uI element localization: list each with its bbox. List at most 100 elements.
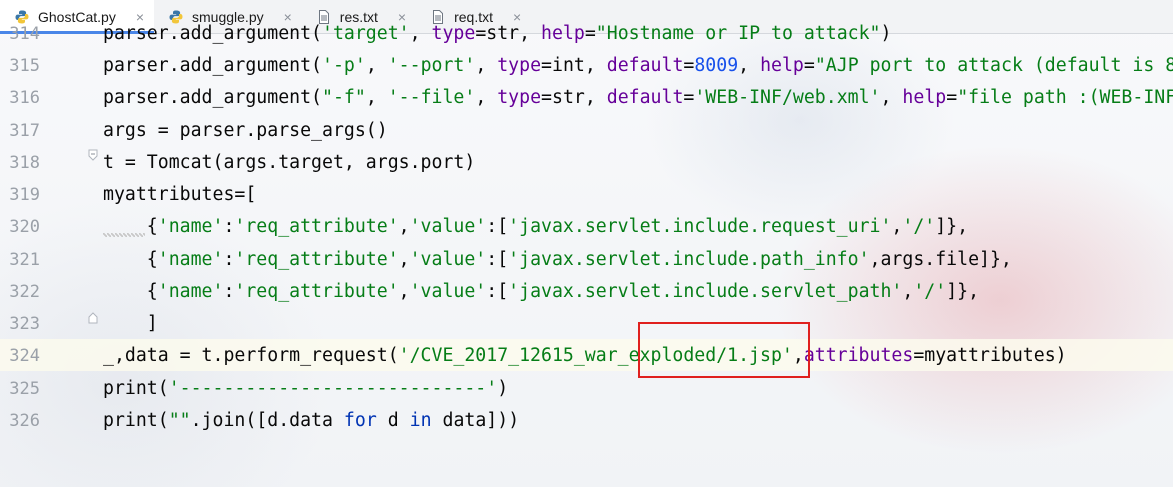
code-token: , bbox=[738, 55, 761, 76]
code-token: parser.add_argument( bbox=[103, 55, 322, 76]
code-token: type bbox=[497, 87, 542, 108]
fold-close-icon[interactable] bbox=[88, 312, 98, 324]
code-token: for bbox=[343, 410, 377, 431]
code-token: , bbox=[891, 216, 903, 237]
code-token: in bbox=[409, 410, 432, 431]
line-number: 314 bbox=[9, 24, 40, 44]
code-token: { bbox=[103, 281, 158, 302]
line-number: 315 bbox=[9, 56, 40, 76]
code-token: _,data = t.perform_request( bbox=[103, 345, 399, 366]
code-token: '-p' bbox=[322, 55, 366, 76]
line-number: 321 bbox=[9, 250, 40, 270]
code-token: data])) bbox=[431, 410, 520, 431]
code-token: = bbox=[683, 87, 695, 108]
code-token: , bbox=[880, 87, 903, 108]
code-line[interactable]: print("".join([d.data for d in data])) bbox=[103, 405, 519, 437]
code-token: .join([d.data bbox=[190, 410, 344, 431]
code-token: : bbox=[223, 281, 235, 302]
code-line[interactable]: {'name':'req_attribute','value':['javax.… bbox=[103, 276, 979, 308]
code-line[interactable]: {'name':'req_attribute','value':['javax.… bbox=[103, 211, 968, 243]
code-token: =str, bbox=[541, 87, 607, 108]
code-token: args = parser.parse_args() bbox=[103, 120, 388, 141]
line-number: 320 bbox=[9, 217, 40, 237]
line-number: 319 bbox=[9, 185, 40, 205]
code-token: ]}, bbox=[946, 281, 980, 302]
line-number-gutter: 314 315 316 317 318 319 320 321 322 323 … bbox=[0, 24, 88, 487]
code-token: =int, bbox=[541, 55, 607, 76]
code-token: help bbox=[760, 55, 804, 76]
line-number: 316 bbox=[9, 88, 40, 108]
code-token: 'WEB-INF/web.xml' bbox=[694, 87, 881, 108]
code-token: = bbox=[946, 87, 958, 108]
code-token: help bbox=[541, 23, 585, 44]
code-token: =myattributes) bbox=[913, 345, 1067, 366]
code-token: type bbox=[431, 23, 476, 44]
line-number: 325 bbox=[9, 379, 40, 399]
code-token: , bbox=[902, 281, 914, 302]
code-token: , bbox=[365, 87, 388, 108]
code-token: 8009 bbox=[694, 55, 739, 76]
code-line[interactable]: {'name':'req_attribute','value':['javax.… bbox=[103, 244, 1012, 276]
code-token: help bbox=[902, 87, 947, 108]
code-token: '--port' bbox=[387, 55, 476, 76]
code-token: , bbox=[398, 216, 410, 237]
line-number: 324 bbox=[9, 346, 40, 366]
code-token: 'javax.servlet.include.servlet_path' bbox=[508, 281, 903, 302]
code-line[interactable]: _,data = t.perform_request('/CVE_2017_12… bbox=[103, 340, 1067, 372]
code-token: 'req_attribute' bbox=[234, 281, 399, 302]
code-line[interactable]: parser.add_argument('-p', '--port', type… bbox=[103, 50, 1173, 82]
code-token: ) bbox=[497, 378, 509, 399]
weak-warning-underline bbox=[103, 233, 145, 237]
code-token: ,args.file]}, bbox=[869, 249, 1012, 270]
code-token: :[ bbox=[486, 216, 509, 237]
code-token: "-f" bbox=[322, 87, 366, 108]
code-token: : bbox=[223, 249, 235, 270]
code-token: ) bbox=[880, 23, 892, 44]
code-token: , bbox=[475, 87, 498, 108]
code-token: parser.add_argument( bbox=[103, 87, 322, 108]
code-token: attributes bbox=[803, 345, 914, 366]
code-token: , bbox=[409, 23, 432, 44]
code-token: parser.add_argument( bbox=[103, 23, 322, 44]
code-token: "AJP port to attack (default is 8 bbox=[814, 55, 1173, 76]
code-token: , bbox=[398, 249, 410, 270]
code-token: :[ bbox=[486, 249, 509, 270]
code-token: 'req_attribute' bbox=[234, 249, 399, 270]
code-token: type bbox=[497, 55, 542, 76]
code-token: "Hostname or IP to attack" bbox=[595, 23, 881, 44]
code-token: default bbox=[606, 55, 684, 76]
code-token: '--file' bbox=[387, 87, 476, 108]
code-token: t = Tomcat(args.target, args.port) bbox=[103, 152, 476, 173]
code-token: "file path :(WEB-INF bbox=[957, 87, 1173, 108]
annotation-highlight-box bbox=[638, 322, 810, 378]
code-token: { bbox=[103, 249, 158, 270]
code-token: 'target' bbox=[322, 23, 410, 44]
code-line[interactable]: myattributes=[ bbox=[103, 179, 256, 211]
code-token: print( bbox=[103, 410, 169, 431]
code-line[interactable]: parser.add_argument('target', type=str, … bbox=[103, 18, 891, 50]
code-token: 'value' bbox=[409, 281, 487, 302]
code-line[interactable]: t = Tomcat(args.target, args.port) bbox=[103, 147, 475, 179]
fold-open-icon[interactable] bbox=[88, 149, 98, 161]
code-token: = bbox=[584, 23, 596, 44]
code-token: ] bbox=[103, 313, 158, 334]
code-token: 'req_attribute' bbox=[234, 216, 399, 237]
code-token: 'value' bbox=[409, 216, 487, 237]
code-line[interactable]: parser.add_argument("-f", '--file', type… bbox=[103, 82, 1173, 114]
code-token: 'value' bbox=[409, 249, 487, 270]
code-token: myattributes=[ bbox=[103, 184, 257, 205]
code-token: , bbox=[398, 281, 410, 302]
code-line[interactable]: print('----------------------------') bbox=[103, 373, 508, 405]
code-token: '/' bbox=[902, 216, 936, 237]
code-token: default bbox=[606, 87, 684, 108]
code-token: , bbox=[365, 55, 388, 76]
code-line[interactable]: ] bbox=[103, 308, 158, 340]
code-token: d bbox=[376, 410, 410, 431]
code-line[interactable]: args = parser.parse_args() bbox=[103, 115, 388, 147]
code-editor[interactable]: parser.add_argument('target', type=str, … bbox=[103, 23, 1173, 487]
code-token: : bbox=[223, 216, 235, 237]
code-token: = bbox=[803, 55, 815, 76]
code-token: "" bbox=[168, 410, 191, 431]
line-number: 323 bbox=[9, 314, 40, 334]
code-token: print( bbox=[103, 378, 169, 399]
